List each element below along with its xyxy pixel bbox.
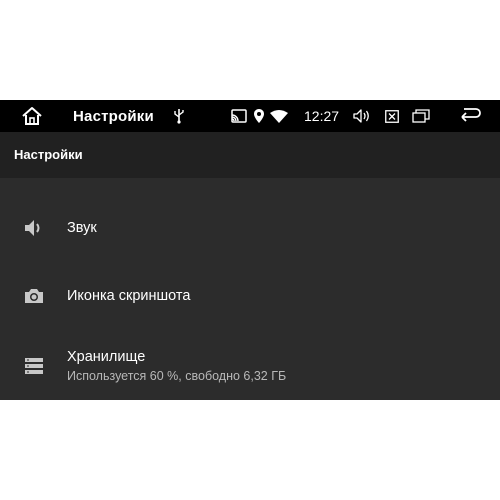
app-bar: Настройки	[0, 132, 500, 178]
preference-text: Иконка скриншота	[67, 288, 190, 304]
preference-sound[interactable]: Звук	[0, 202, 500, 254]
location-icon	[251, 100, 267, 132]
status-bar-title: Настройки	[73, 107, 154, 125]
recent-apps-icon[interactable]	[410, 100, 432, 132]
preference-title: Звук	[67, 220, 97, 236]
camera-icon	[23, 285, 45, 307]
device-screen: Настройки 12:27 Настройки Звук Иконка ск…	[0, 100, 500, 400]
preference-storage[interactable]: Хранилище Используется 60 %, свободно 6,…	[0, 338, 500, 394]
status-bar: Настройки 12:27	[0, 100, 500, 132]
wifi-icon	[268, 100, 290, 132]
preference-title: Хранилище	[67, 349, 146, 365]
preference-title: Иконка скриншота	[67, 288, 191, 304]
home-icon	[22, 107, 42, 125]
volume-icon[interactable]	[352, 100, 372, 132]
page-title: Настройки	[14, 147, 83, 162]
clock: 12:27	[304, 108, 340, 124]
storage-summary: Используется 60 %, свободно 6,32 ГБ	[67, 369, 287, 383]
preference-text: Звук	[67, 220, 97, 236]
back-icon	[461, 108, 481, 122]
volume-icon	[23, 217, 45, 239]
cast-icon	[229, 100, 249, 132]
preference-text: Хранилище Используется 60 %, свободно 6,…	[67, 349, 286, 383]
usb-icon	[170, 100, 188, 132]
close-app-icon[interactable]	[382, 100, 402, 132]
storage-icon	[23, 355, 45, 377]
home-button[interactable]	[14, 100, 50, 132]
back-button[interactable]	[454, 100, 486, 132]
preference-screenshot-icon[interactable]: Иконка скриншота	[0, 270, 500, 322]
